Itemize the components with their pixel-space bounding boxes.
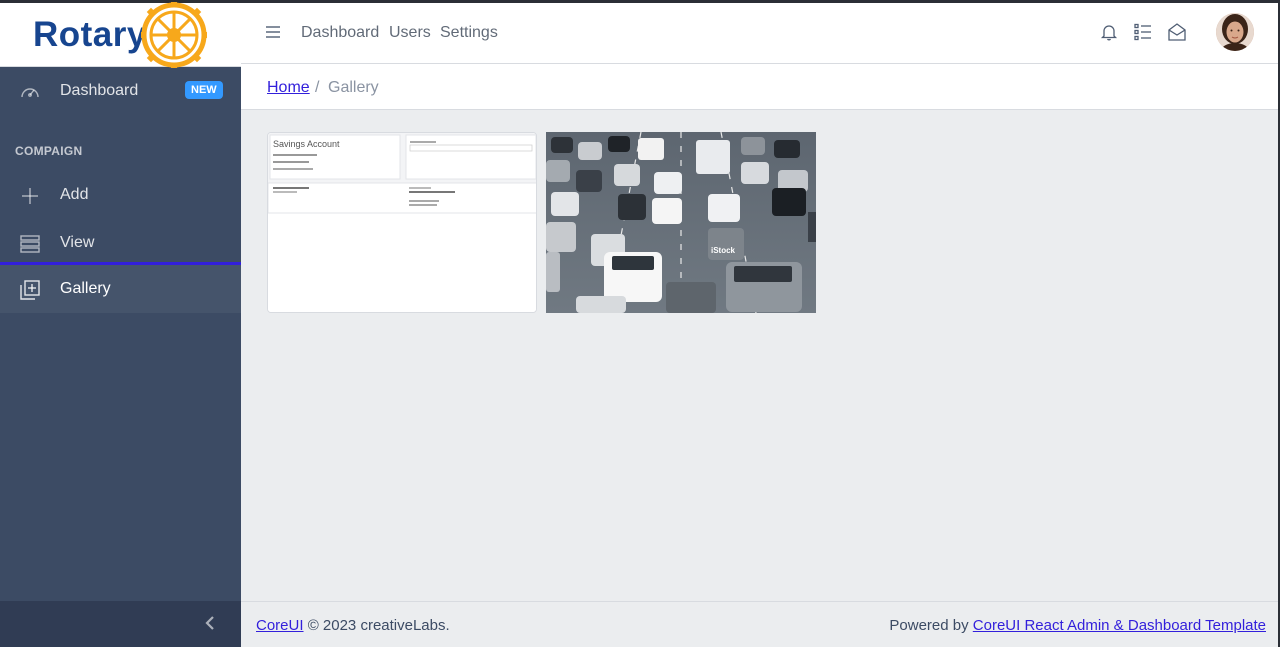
new-badge: NEW xyxy=(185,81,223,99)
header-nav-settings[interactable]: Settings xyxy=(440,24,498,42)
sidebar-item-label: View xyxy=(60,234,95,251)
footer: CoreUI © 2023 creativeLabs. Powered by C… xyxy=(241,601,1280,647)
plus-icon xyxy=(22,188,38,204)
gallery-item-document[interactable]: Savings Account xyxy=(267,132,537,313)
sidebar-item-add[interactable]: Add xyxy=(0,171,241,219)
powered-by-text: Powered by xyxy=(889,617,969,634)
document-heading: Savings Account xyxy=(273,139,340,149)
list-icon xyxy=(20,235,40,253)
header-nav-dashboard[interactable]: Dashboard xyxy=(301,24,379,42)
task-list-icon[interactable] xyxy=(1133,22,1153,42)
envelope-open-icon[interactable] xyxy=(1167,22,1187,42)
copyright-text: © 2023 creativeLabs. xyxy=(307,617,450,634)
sidebar-item-dashboard[interactable]: Dashboard NEW xyxy=(0,67,241,115)
speedometer-icon xyxy=(21,88,39,98)
header-nav-users[interactable]: Users xyxy=(389,24,431,42)
rotary-wheel-icon xyxy=(141,2,207,68)
chevron-left-icon xyxy=(205,616,214,630)
document-thumbnail: Savings Account xyxy=(268,133,536,312)
footer-left: CoreUI © 2023 creativeLabs. xyxy=(256,617,450,634)
template-link[interactable]: CoreUI React Admin & Dashboard Template xyxy=(973,617,1266,634)
sidebar-item-label: Gallery xyxy=(60,280,111,297)
sidebar-toggler[interactable] xyxy=(0,601,241,647)
brand-name: Rotary xyxy=(33,15,147,54)
user-avatar[interactable] xyxy=(1216,13,1254,51)
gallery-item-photo[interactable]: iStock xyxy=(546,132,816,313)
sidebar-item-view[interactable]: View xyxy=(0,219,241,267)
sidebar-item-gallery[interactable]: Gallery xyxy=(0,265,241,313)
sidebar: Rotary Dashboard NEW COMPAIGN Add View G… xyxy=(0,2,241,647)
footer-right: Powered by CoreUI React Admin & Dashboar… xyxy=(889,617,1266,634)
avatar-image xyxy=(1216,13,1254,51)
breadcrumb-separator: / xyxy=(315,79,320,96)
gallery-icon xyxy=(20,280,40,300)
traffic-photo: iStock xyxy=(546,132,816,313)
top-header: Dashboard Users Settings xyxy=(241,3,1280,64)
sidebar-item-label: Dashboard xyxy=(60,82,139,99)
breadcrumb-current: Gallery xyxy=(328,79,379,96)
bell-icon[interactable] xyxy=(1099,22,1119,42)
hamburger-icon[interactable] xyxy=(264,23,282,41)
sidebar-section-title: COMPAIGN xyxy=(15,144,83,158)
sidebar-item-label: Add xyxy=(60,186,89,203)
breadcrumb: Home / Gallery xyxy=(241,64,1280,110)
sidebar-brand[interactable]: Rotary xyxy=(0,2,241,68)
coreui-link[interactable]: CoreUI xyxy=(256,617,304,634)
istock-watermark: iStock xyxy=(711,246,736,255)
breadcrumb-home-link[interactable]: Home xyxy=(267,79,310,97)
